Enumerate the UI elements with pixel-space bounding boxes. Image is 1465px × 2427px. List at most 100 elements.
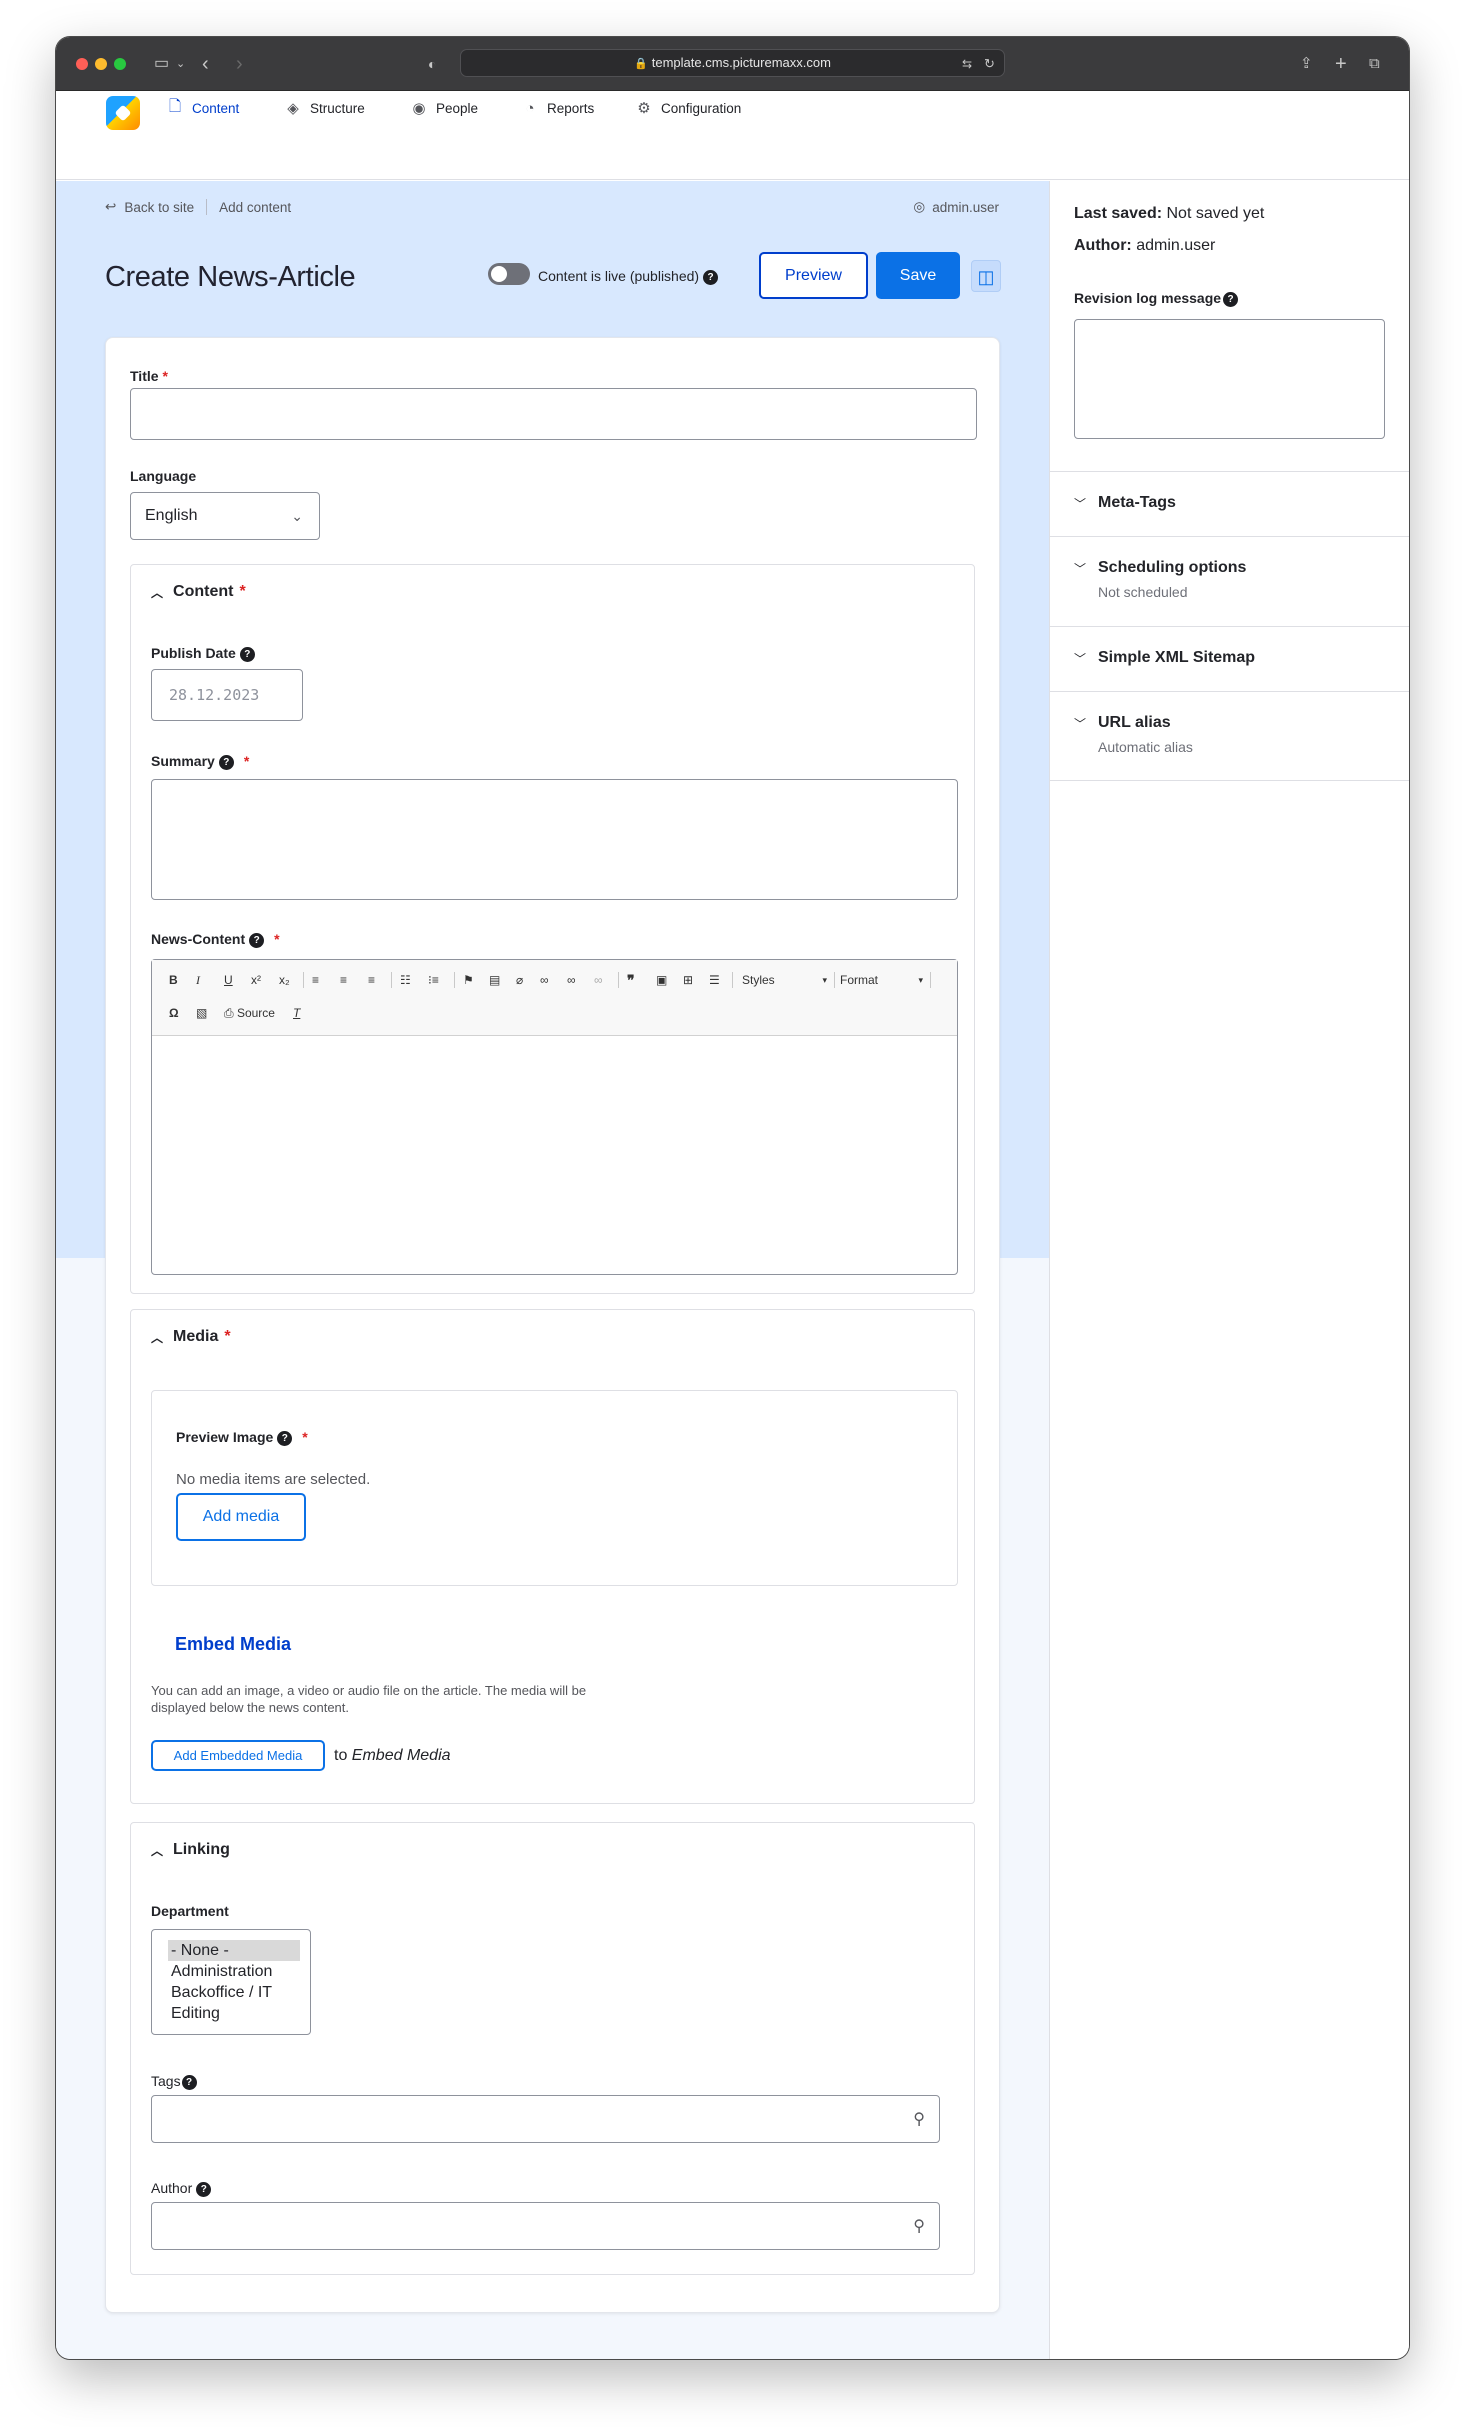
- linking-legend[interactable]: ︿ Linking: [151, 1841, 230, 1859]
- required-marker: *: [274, 931, 280, 947]
- accordion-url-alias[interactable]: ﹀ URL alias Automatic alias: [1050, 691, 1409, 781]
- required-marker: *: [224, 1328, 231, 1345]
- department-option[interactable]: Administration: [168, 1961, 300, 1982]
- iframe-icon[interactable]: ▧: [196, 1003, 207, 1023]
- save-button[interactable]: Save: [876, 252, 960, 299]
- table-icon[interactable]: ⊞: [683, 970, 693, 990]
- source-button[interactable]: ⎙ Source: [224, 1003, 275, 1023]
- media-legend[interactable]: ︿ Media *: [151, 1328, 231, 1346]
- bold-icon[interactable]: B: [169, 970, 178, 990]
- department-option[interactable]: - None -: [168, 1940, 300, 1961]
- special-char-icon[interactable]: Ω: [169, 1003, 179, 1023]
- user-menu[interactable]: ◎ admin.user: [913, 199, 999, 215]
- styles-dropdown[interactable]: Styles ▾: [742, 970, 827, 990]
- browser-chrome: ▭ ⌄ ‹ › ◐ 🔒 template.cms.picturemaxx.com …: [56, 37, 1409, 91]
- tags-input[interactable]: ⚲: [151, 2095, 940, 2143]
- nav-item-configuration[interactable]: ⚙ Configuration: [635, 90, 741, 126]
- forward-arrow-icon[interactable]: ›: [236, 52, 243, 76]
- align-center-icon[interactable]: ≡: [340, 970, 347, 990]
- live-toggle-switch[interactable]: [488, 263, 530, 285]
- help-icon[interactable]: ?: [218, 755, 234, 770]
- author-input[interactable]: ⚲: [151, 2202, 940, 2250]
- chevron-down-icon[interactable]: ⌄: [176, 52, 185, 76]
- user-avatar-icon: ◎: [913, 199, 926, 214]
- help-icon[interactable]: ?: [703, 270, 719, 285]
- nav-item-structure[interactable]: ◈ Structure: [284, 90, 365, 126]
- superscript-icon[interactable]: x²: [251, 970, 261, 990]
- add-media-button[interactable]: Add media: [176, 1493, 306, 1541]
- subscript-icon[interactable]: x₂: [279, 970, 290, 990]
- bulleted-list-icon[interactable]: ☷: [400, 970, 411, 990]
- department-listbox[interactable]: - None - Administration Backoffice / IT …: [151, 1929, 311, 2035]
- new-tab-icon[interactable]: +: [1335, 52, 1347, 76]
- chevron-up-icon: ︿: [151, 1843, 164, 1858]
- address-bar[interactable]: 🔒 template.cms.picturemaxx.com: [460, 49, 1005, 77]
- unlink-icon[interactable]: ∞: [594, 970, 603, 990]
- link-alt-icon[interactable]: ∞: [567, 970, 576, 990]
- shield-icon[interactable]: ◐: [428, 52, 436, 76]
- last-saved: Last saved: Not saved yet: [1074, 205, 1264, 223]
- editor-body[interactable]: [152, 1037, 957, 1274]
- back-arrow-icon[interactable]: ‹: [202, 52, 209, 76]
- title-input[interactable]: [130, 388, 977, 440]
- close-window-button[interactable]: [76, 58, 88, 70]
- help-icon[interactable]: ?: [1223, 292, 1239, 307]
- minimize-window-button[interactable]: [95, 58, 107, 70]
- numbered-list-icon[interactable]: ⁝≡: [428, 970, 439, 990]
- remove-format-icon[interactable]: T: [293, 1003, 300, 1023]
- editor-toolbar: B I U x² x₂ ≡ ≡ ≡ ☷ ⁝≡ ⚑ ▤ ⌀ ∞ ∞ ∞ ❞ ▣ ⊞…: [152, 960, 957, 1036]
- format-dropdown[interactable]: Format ▾: [840, 970, 923, 990]
- breadcrumb-current[interactable]: Add content: [219, 200, 291, 215]
- main-content: ↩ Back to site Add content ◎ admin.user …: [56, 181, 1049, 2359]
- sidebar-icon[interactable]: ▭: [154, 52, 169, 76]
- paste-text-icon[interactable]: ▤: [489, 970, 500, 990]
- attachment-icon[interactable]: ⌀: [516, 970, 523, 990]
- horizontal-rule-icon[interactable]: ☰: [709, 970, 720, 990]
- preview-button[interactable]: Preview: [759, 252, 868, 299]
- italic-icon[interactable]: I: [196, 970, 200, 990]
- accordion-meta-tags[interactable]: ﹀ Meta-Tags: [1050, 471, 1409, 536]
- toolbar-separator: [930, 972, 931, 988]
- department-option[interactable]: Editing: [168, 2003, 300, 2024]
- summary-textarea[interactable]: [151, 779, 958, 900]
- required-marker: *: [243, 753, 250, 769]
- content-fieldset: ︿ Content * Publish Date? 28.12.2023 Summ…: [130, 564, 975, 1294]
- tabs-overview-icon[interactable]: ⧉: [1369, 52, 1380, 76]
- revision-log-textarea[interactable]: [1074, 319, 1385, 439]
- department-option[interactable]: Backoffice / IT: [168, 1982, 300, 2003]
- maximize-window-button[interactable]: [114, 58, 126, 70]
- anchor-flag-icon[interactable]: ⚑: [463, 970, 474, 990]
- help-icon[interactable]: ?: [239, 647, 255, 662]
- underline-icon[interactable]: U: [224, 970, 233, 990]
- image-icon[interactable]: ▣: [656, 970, 667, 990]
- nav-item-content[interactable]: 🗋 Content: [166, 90, 239, 126]
- translate-icon[interactable]: ⇆: [962, 52, 972, 76]
- align-left-icon[interactable]: ≡: [312, 970, 319, 990]
- link-icon[interactable]: ∞: [540, 970, 549, 990]
- add-embedded-media-button[interactable]: Add Embedded Media: [151, 1740, 325, 1771]
- help-icon[interactable]: ?: [249, 933, 265, 948]
- help-icon[interactable]: ?: [181, 2075, 197, 2090]
- share-icon[interactable]: ⇪: [1300, 52, 1313, 76]
- help-icon[interactable]: ?: [196, 2182, 212, 2197]
- content-legend[interactable]: ︿ Content *: [151, 583, 246, 601]
- reload-icon[interactable]: ↻: [984, 52, 995, 76]
- help-icon[interactable]: ?: [277, 1431, 293, 1446]
- align-right-icon[interactable]: ≡: [368, 970, 375, 990]
- nav-item-people[interactable]: ◉ People: [410, 90, 478, 126]
- sidebar-toggle-icon[interactable]: ◫: [971, 260, 1001, 292]
- logo[interactable]: [106, 96, 140, 130]
- layers-icon: ◈: [287, 100, 299, 117]
- toolbar-separator: [618, 972, 619, 988]
- blockquote-icon[interactable]: ❞: [627, 970, 635, 990]
- publish-date-input[interactable]: 28.12.2023: [151, 669, 303, 721]
- back-to-site-link[interactable]: Back to site: [124, 200, 194, 215]
- accordion-scheduling-options[interactable]: ﹀ Scheduling options Not scheduled: [1050, 536, 1409, 626]
- required-marker: *: [162, 368, 168, 384]
- media-fieldset: ︿ Media * Preview Image? * No media items …: [130, 1309, 975, 1804]
- nav-item-reports[interactable]: ◔ Reports: [521, 90, 594, 126]
- language-select[interactable]: English ⌄: [130, 492, 320, 540]
- accordion-simple-xml-sitemap[interactable]: ﹀ Simple XML Sitemap: [1050, 626, 1409, 691]
- chevron-down-icon: ﹀: [1074, 562, 1087, 576]
- last-saved-value: Not saved yet: [1166, 205, 1265, 222]
